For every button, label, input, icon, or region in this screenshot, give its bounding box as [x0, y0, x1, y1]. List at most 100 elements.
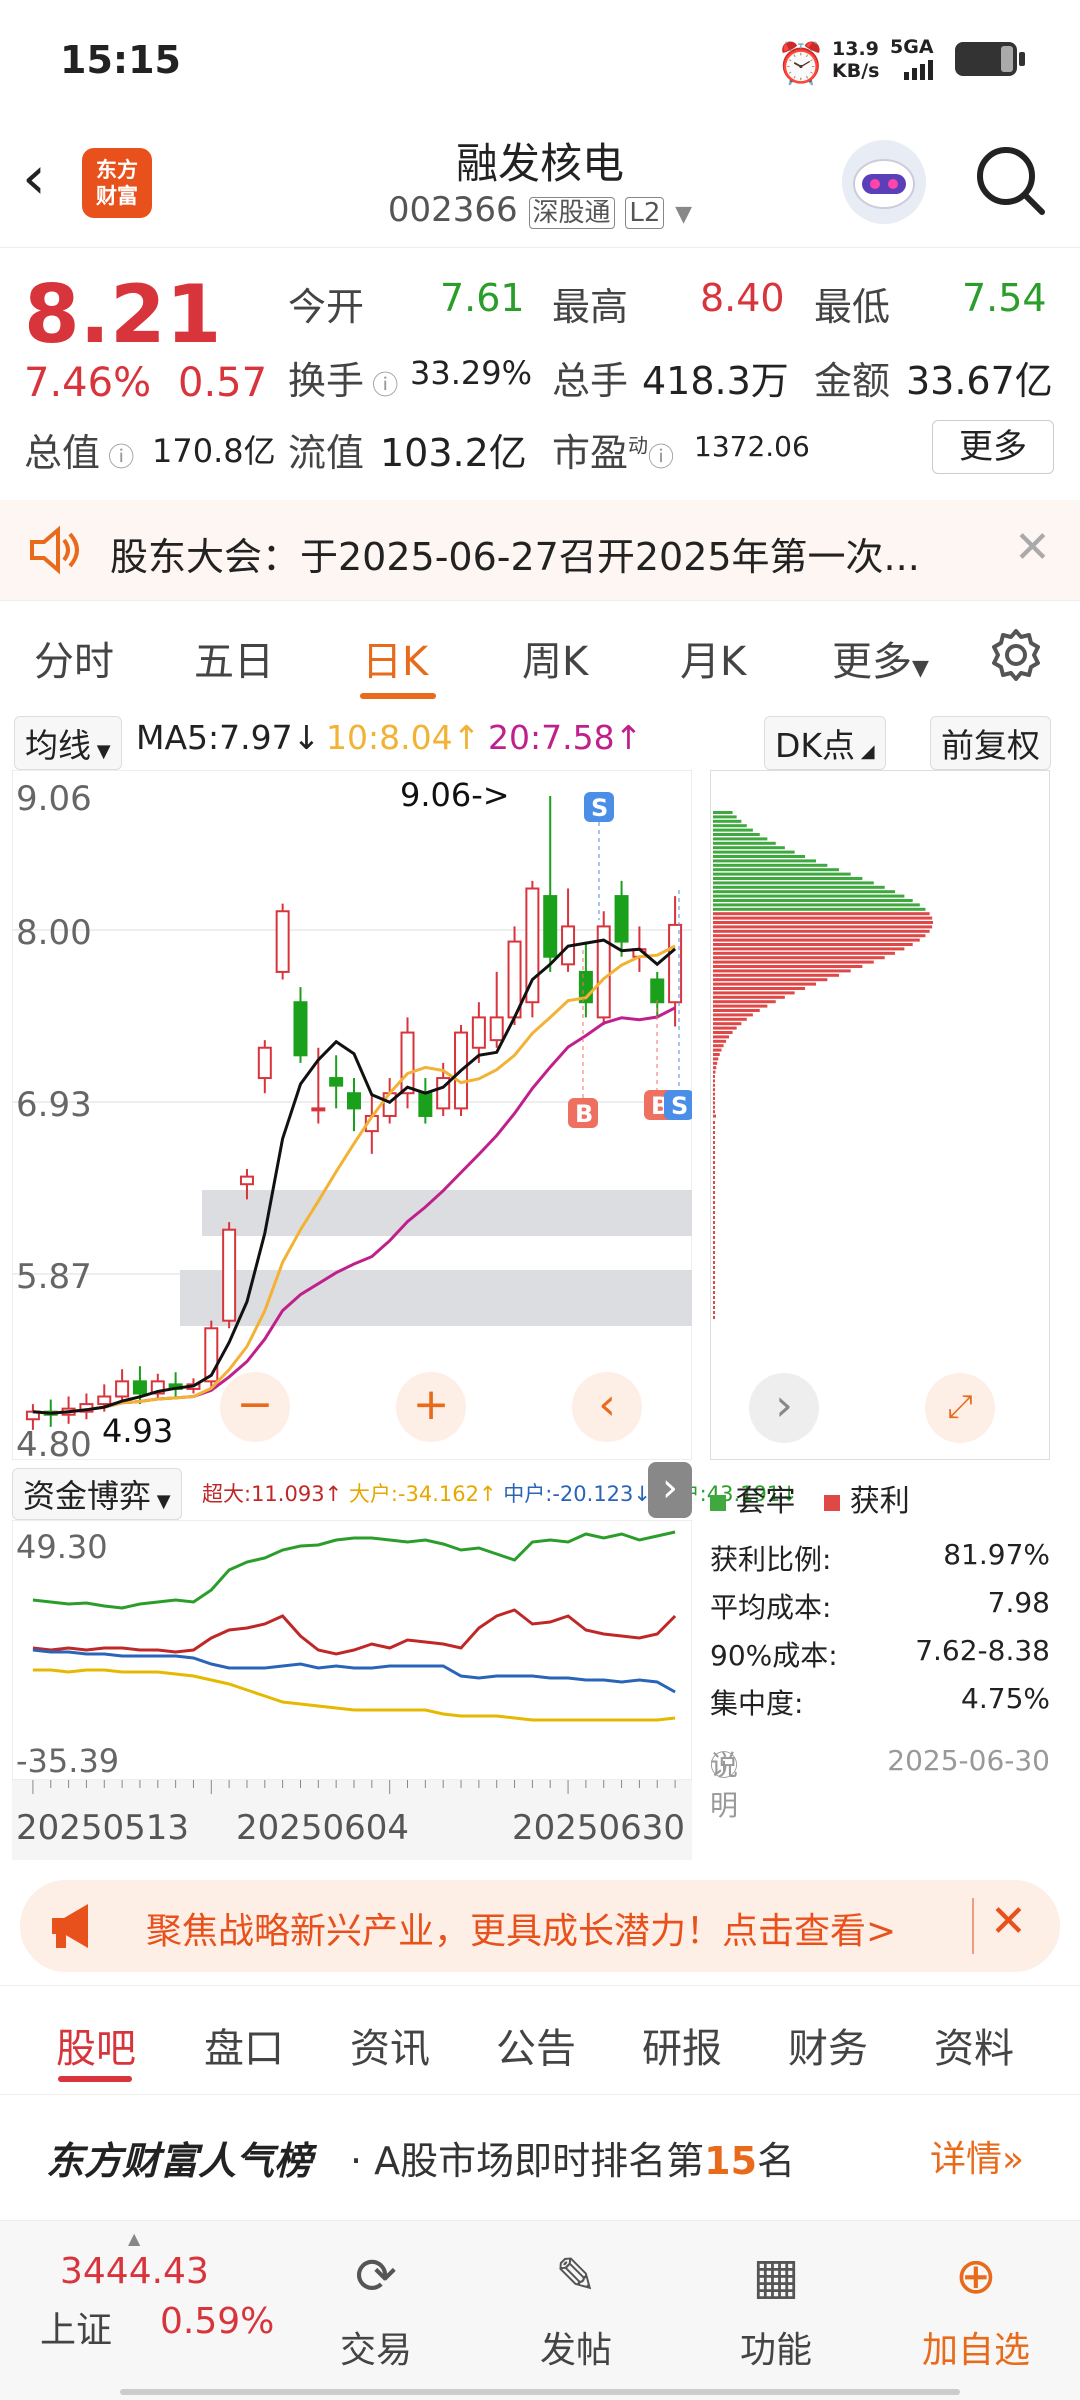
tab-guba[interactable]: 股吧 — [56, 2016, 136, 2074]
robot-assistant-icon[interactable] — [842, 140, 926, 224]
volume-label: 总手 — [552, 359, 629, 403]
tab-announcements[interactable]: 公告 — [496, 2016, 576, 2074]
chip-bar — [713, 1039, 727, 1043]
ma-selector[interactable]: 均线 ▼ — [14, 716, 122, 770]
edit-icon: ✎ — [555, 2247, 597, 2305]
index-value[interactable]: 3444.43 — [60, 2251, 209, 2292]
mktcap-value: 170.8亿 — [152, 432, 276, 470]
index-pct: 0.59% — [160, 2301, 275, 2342]
chip-bar — [713, 846, 785, 850]
plus-circle-icon: ⊕ — [955, 2247, 997, 2305]
candle — [543, 895, 558, 958]
tab-daily-k[interactable]: 日K — [362, 629, 428, 687]
tab-five-day[interactable]: 五日 — [194, 629, 274, 687]
chip-bar — [713, 965, 863, 968]
functions-button[interactable]: ▦ 功能 — [696, 2241, 856, 2373]
chip-bar — [713, 1236, 715, 1239]
popularity-rank[interactable]: 东方财富人气榜 · A股市场即时排名第15名 详情» — [0, 2100, 1080, 2210]
tab-intraday[interactable]: 分时 — [34, 629, 114, 687]
close-icon[interactable]: ✕ — [990, 1896, 1027, 1947]
chip-bar — [713, 960, 874, 964]
chip-bar — [713, 1311, 715, 1314]
notice-bar[interactable]: 股东大会：于2025-06-27召开2025年第一次... ✕ — [0, 500, 1080, 600]
post-button[interactable]: ✎ 发帖 — [496, 2241, 656, 2373]
info-icon: ⓘ — [100, 443, 135, 473]
chip-bar — [713, 1261, 715, 1264]
search-icon[interactable] — [970, 140, 1050, 224]
kline-chart[interactable]: 9.06 8.00 6.93 5.87 4.80 9.06-> 4.93 S B… — [11, 769, 694, 1465]
zoom-in-button[interactable]: + — [396, 1372, 466, 1442]
adjust-selector[interactable]: 前复权 — [930, 716, 1051, 770]
notice-text: 股东大会：于2025-06-27召开2025年第一次... — [110, 535, 920, 579]
promo-banner[interactable]: 聚焦战略新兴产业，更具成长潜力！点击查看> ✕ — [20, 1880, 1060, 1972]
chip-bar — [713, 1070, 716, 1074]
expand-icon[interactable]: ⤢ — [925, 1373, 995, 1443]
chip-bar — [713, 1017, 747, 1021]
content-tabs: 股吧 盘口 资讯 公告 研报 财务 资料 — [0, 1985, 1080, 2095]
tab-pankou[interactable]: 盘口 — [204, 2016, 284, 2074]
chip-bar — [713, 1121, 715, 1124]
mktcap-label[interactable]: 总值 ⓘ — [24, 422, 134, 477]
chip-bar — [713, 841, 776, 845]
chip-bar — [713, 907, 926, 911]
candle — [400, 1031, 415, 1095]
chip-bar — [713, 868, 839, 872]
y-tick: 5.87 — [16, 1257, 92, 1297]
ma10-label: 10:8.04↑ — [326, 718, 481, 757]
more-button[interactable]: 更多 — [932, 420, 1054, 474]
zoom-out-button[interactable]: − — [220, 1372, 290, 1442]
chip-bar — [713, 855, 806, 858]
dk-point-selector[interactable]: DK点 ◢ — [764, 716, 886, 770]
amount-label: 金额 — [814, 359, 891, 403]
tab-finance[interactable]: 财务 — [788, 2016, 868, 2074]
turnover-label[interactable]: 换手 ⓘ — [288, 350, 398, 405]
double-chevron-icon: » — [1002, 2139, 1025, 2180]
clock: 15:15 — [60, 38, 181, 82]
scroll-left-button[interactable]: ‹ — [572, 1372, 642, 1442]
pe-label[interactable]: 市盈动ⓘ — [552, 422, 674, 477]
indicator-selector[interactable]: 资金博弈 ▼ — [12, 1468, 182, 1520]
svg-text:S: S — [671, 1092, 688, 1120]
max-price-note: 9.06-> — [400, 776, 510, 814]
chip-stats: 套牢 获利 获利比例: 81.97% 平均成本: 7.98 90%成本: 7.62-8… — [710, 1460, 1060, 1822]
chip-bar — [713, 973, 839, 977]
y-tick: 8.00 — [16, 913, 92, 953]
scroll-right-button[interactable]: › — [749, 1373, 819, 1443]
quote-panel: 8.21 7.46% 0.57 今开 7.61 最高 8.40 最低 7.54 … — [0, 250, 1080, 495]
tab-weekly-k[interactable]: 周K — [522, 629, 588, 687]
tab-more[interactable]: 更多▼ — [832, 629, 929, 687]
indicator-chart[interactable]: 49.30 -35.39 — [11, 1519, 693, 1781]
chip-bar — [713, 890, 895, 894]
stock-code-line[interactable]: 002366 深股通 L2 ▼ — [380, 190, 700, 230]
chip-bar — [713, 1114, 716, 1118]
tab-research[interactable]: 研报 — [642, 2016, 722, 2074]
chip-bar — [713, 1105, 715, 1109]
net-speed: 13.9 KB/s — [832, 38, 880, 82]
chip-bar — [713, 1110, 715, 1114]
chip-bar — [713, 1156, 715, 1159]
indicator-bottom-label: -35.39 — [16, 1742, 119, 1780]
close-icon[interactable]: ✕ — [1014, 522, 1051, 573]
chip-bar — [713, 899, 913, 902]
tab-profile[interactable]: 资料 — [934, 2016, 1014, 2074]
chip-bar — [713, 1101, 715, 1105]
chip-bar — [713, 982, 816, 986]
settings-gear-icon[interactable] — [988, 627, 1044, 687]
chip-legend: 套牢 获利 — [710, 1476, 910, 1520]
chip-bar — [713, 1201, 715, 1204]
change-amount: 0.57 — [178, 360, 268, 406]
change-percent: 7.46% — [24, 360, 152, 406]
add-watchlist-button[interactable]: ⊕ 加自选 — [896, 2241, 1056, 2373]
indicator-svg: 49.30 -35.39 — [11, 1519, 693, 1781]
tab-monthly-k[interactable]: 月K — [680, 629, 746, 687]
chip-bar — [713, 1186, 715, 1189]
chip-distribution[interactable]: › ⤢ — [710, 770, 1050, 1460]
candle — [329, 1077, 344, 1087]
expand-panel-button[interactable]: › — [648, 1462, 692, 1518]
candle — [239, 1175, 254, 1186]
tab-news[interactable]: 资讯 — [350, 2016, 430, 2074]
chip-bar — [713, 1231, 715, 1234]
trade-button[interactable]: ⟳ 交易 — [296, 2241, 456, 2373]
chip-bar — [713, 1048, 722, 1052]
rank-detail-link[interactable]: 详情» — [930, 2130, 1024, 2182]
